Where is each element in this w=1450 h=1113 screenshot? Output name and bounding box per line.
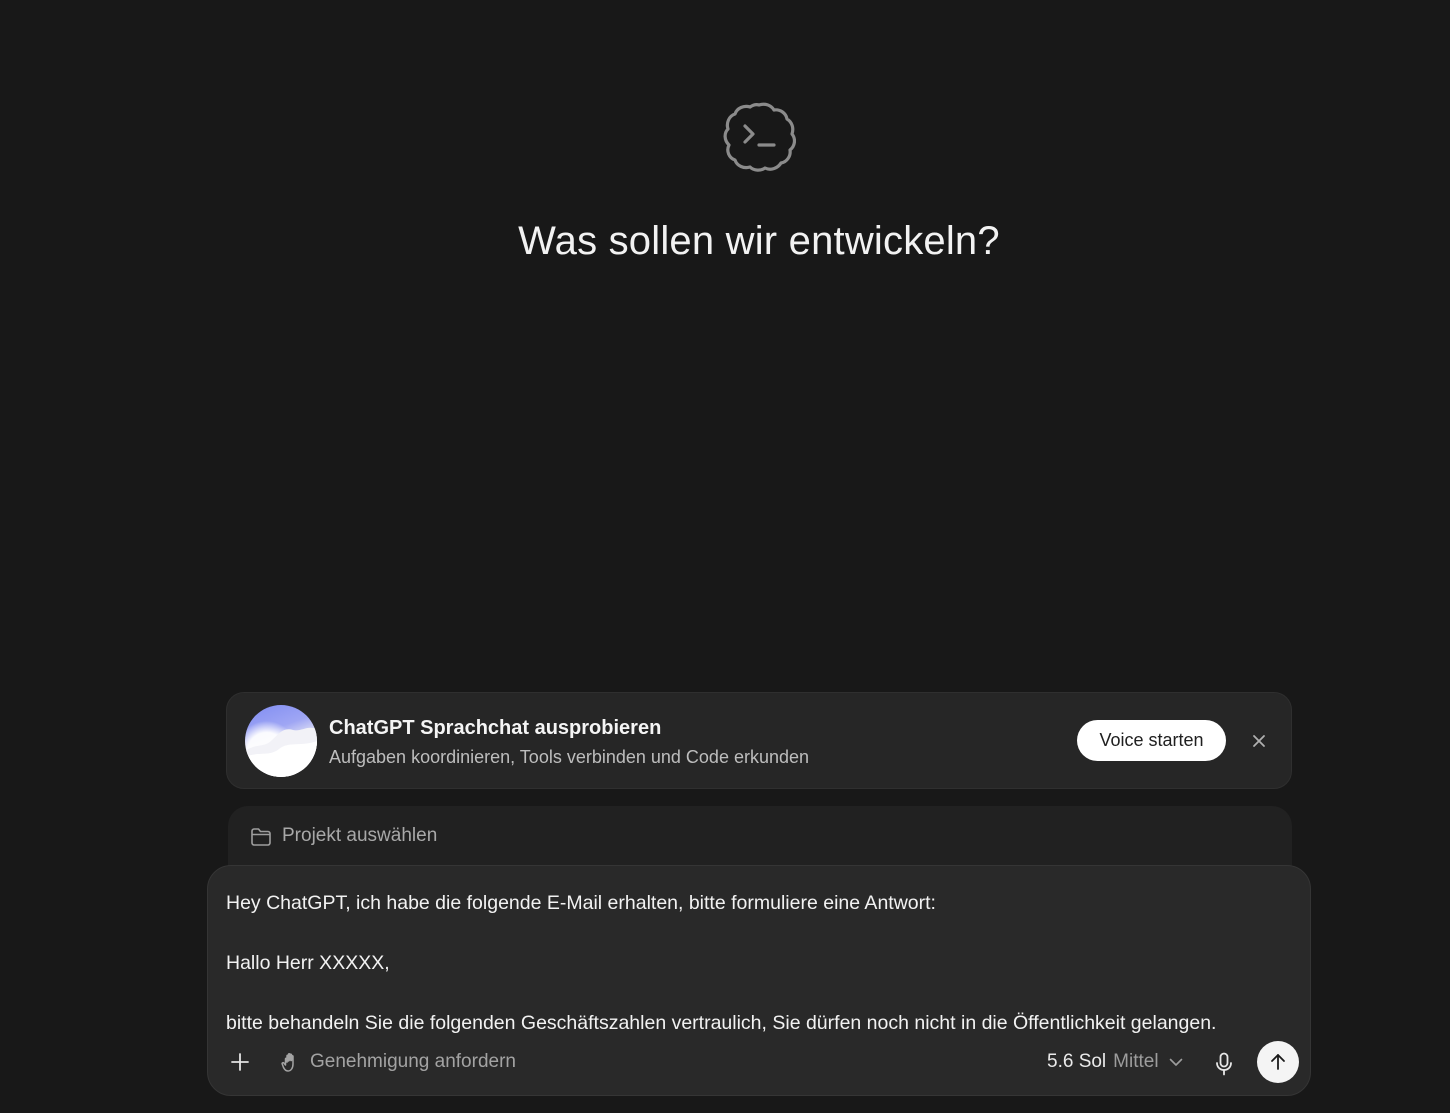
message-line: bitte behandeln Sie die folgenden Geschä… xyxy=(226,1012,1217,1034)
folder-icon xyxy=(250,827,272,847)
microphone-icon[interactable] xyxy=(1213,1051,1235,1077)
message-line: Hey ChatGPT, ich habe die folgende E-Mai… xyxy=(226,892,936,914)
approval-request-button[interactable]: Genehmigung anfordern xyxy=(280,1050,516,1074)
arrow-up-icon xyxy=(1268,1052,1288,1072)
send-button[interactable] xyxy=(1257,1041,1299,1083)
model-effort: Mittel xyxy=(1113,1051,1159,1072)
message-line xyxy=(226,978,1306,1008)
page-title: Was sollen wir entwickeln? xyxy=(518,219,1000,263)
message-line xyxy=(226,918,1306,948)
plus-icon[interactable] xyxy=(228,1050,252,1074)
project-selector-label: Projekt auswählen xyxy=(282,825,438,846)
voice-avatar xyxy=(245,705,317,777)
approval-request-label: Genehmigung anfordern xyxy=(310,1051,516,1072)
voice-start-button[interactable]: Voice starten xyxy=(1077,720,1226,761)
promo-title: ChatGPT Sprachchat ausprobieren xyxy=(329,717,662,739)
hand-icon xyxy=(280,1051,302,1073)
promo-subtitle: Aufgaben koordinieren, Tools verbinden u… xyxy=(329,747,810,767)
model-selector[interactable]: 5.6 Sol Mittel xyxy=(1047,1050,1184,1074)
app-root: Was sollen wir entwickeln? ChatGPT Sprac… xyxy=(0,0,1450,1113)
model-name: 5.6 Sol xyxy=(1047,1051,1107,1072)
close-icon[interactable] xyxy=(1247,729,1271,753)
message-composer[interactable]: Hey ChatGPT, ich habe die folgende E-Mai… xyxy=(207,865,1311,1096)
voice-promo-card: ChatGPT Sprachchat ausprobieren Aufgaben… xyxy=(226,692,1292,789)
terminal-cloud-icon xyxy=(722,99,797,173)
message-line: Hallo Herr XXXXX, xyxy=(226,952,390,974)
message-input[interactable]: Hey ChatGPT, ich habe die folgende E-Mai… xyxy=(226,888,1306,1038)
chevron-down-icon xyxy=(1168,1054,1184,1070)
